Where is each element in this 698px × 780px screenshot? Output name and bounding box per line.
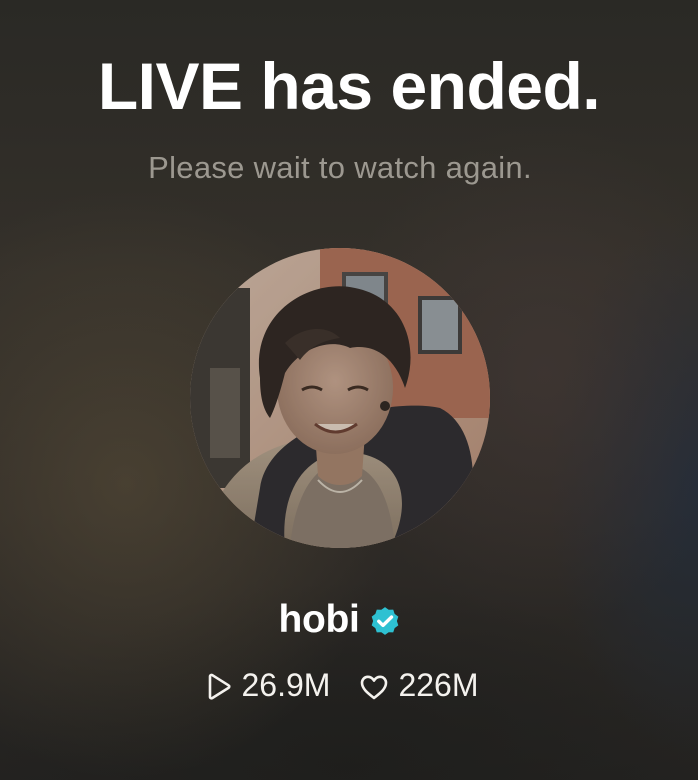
profile-name-row: hobi xyxy=(0,596,680,644)
verified-badge-icon xyxy=(368,604,402,638)
avatar[interactable] xyxy=(190,248,490,548)
live-ended-subtitle: Please wait to watch again. xyxy=(148,150,532,185)
likes-stat: 226M xyxy=(358,662,478,708)
live-ended-screen: { "screen": { "title": "LIVE has ended."… xyxy=(0,0,698,780)
plays-stat: 26.9M xyxy=(202,662,331,708)
avatar-photo xyxy=(190,248,490,548)
profile-name[interactable]: hobi xyxy=(278,596,359,644)
live-ended-title: LIVE has ended. xyxy=(97,49,601,123)
play-icon xyxy=(202,669,234,701)
stats-row: 26.9M 226M xyxy=(0,662,680,708)
heart-icon xyxy=(358,669,390,701)
plays-count: 26.9M xyxy=(241,667,331,703)
likes-count: 226M xyxy=(398,667,479,703)
